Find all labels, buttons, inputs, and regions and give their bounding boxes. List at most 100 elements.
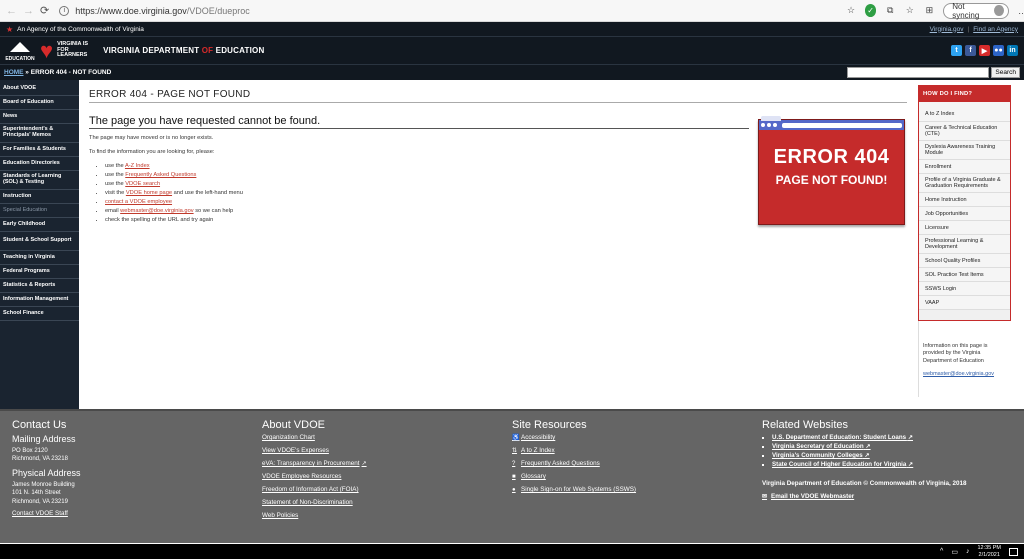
related-link[interactable]: State Council of Higher Education for Vi…	[772, 461, 1012, 468]
footer-link[interactable]: ♿ Accessibility	[512, 434, 762, 441]
collections-icon[interactable]: ⊞	[924, 4, 936, 17]
hdif-item[interactable]: A to Z Index	[919, 108, 1010, 122]
footer-link[interactable]: Freedom of Information Act (FOIA)	[262, 486, 512, 493]
related-link[interactable]: Virginia Secretary of Education ↗	[772, 443, 1012, 450]
search-input[interactable]	[847, 67, 990, 78]
vdoe-search-link[interactable]: VDOE search	[125, 181, 160, 187]
physical-address: James Monroe Building 101 N. 14th Street R…	[12, 481, 75, 505]
extension-check-icon[interactable]: ✓	[864, 4, 877, 17]
breadcrumb-home-link[interactable]: HOME	[4, 69, 24, 76]
external-link-icon: ↗	[361, 461, 367, 467]
footer-link[interactable]: ■ Glossary	[512, 473, 762, 480]
virginia-gov-link[interactable]: Virginia.gov	[930, 26, 964, 33]
extension-icon[interactable]: ⧉	[884, 4, 896, 17]
forward-icon[interactable]: →	[23, 4, 34, 18]
footer-link[interactable]: eVA: Transparency in Procurement ↗	[262, 460, 512, 467]
accessibility-icon: ♿	[512, 435, 520, 441]
related-link[interactable]: Virginia's Community Colleges ↗	[772, 452, 1012, 459]
sidebar-item-statistics[interactable]: Statistics & Reports	[0, 279, 79, 293]
hdif-item[interactable]: VAAP	[919, 296, 1010, 311]
page-info-note: Information on this page is provided by …	[918, 321, 1011, 397]
hdif-item[interactable]: Enrollment	[919, 160, 1010, 175]
agency-bar: ★ An Agency of the Commonwealth of Virgi…	[0, 22, 1024, 36]
sidebar-item-teaching[interactable]: Teaching in Virginia	[0, 251, 79, 265]
more-menu-icon[interactable]: …	[1017, 4, 1024, 17]
book-icon: ■	[512, 473, 516, 480]
hdif-item[interactable]: Home Instruction	[919, 193, 1010, 208]
footer-link[interactable]: ⇅ A to Z Index	[512, 447, 762, 454]
hdif-item[interactable]: Career & Technical Education (CTE)	[919, 122, 1010, 142]
hdif-item[interactable]: Licensure	[919, 221, 1010, 236]
how-do-i-find-panel: HOW DO I FIND? A to Z Index Career & Tec…	[918, 85, 1011, 322]
hdif-item[interactable]: School Quality Profiles	[919, 254, 1010, 269]
footer-link[interactable]: View VDOE's Expenses	[262, 447, 512, 454]
footer-link[interactable]: Web Policies	[262, 512, 512, 519]
youtube-icon[interactable]: ▶	[979, 45, 990, 56]
breadcrumb: HOME » ERROR 404 - NOT FOUND Search	[0, 64, 1024, 80]
error-image-text: PAGE NOT FOUND!	[775, 173, 888, 187]
sidebar-item-finance[interactable]: School Finance	[0, 307, 79, 321]
footer-resources: Site Resources ♿ Accessibility ⇅ A to Z In…	[512, 419, 762, 535]
sidebar-item-about[interactable]: About VDOE	[0, 82, 79, 96]
find-agency-link[interactable]: Find an Agency	[973, 26, 1018, 33]
department-title: VIRGINIA DEPARTMENT OF EDUCATION	[103, 46, 265, 55]
sidebar-item-federal[interactable]: Federal Programs	[0, 265, 79, 279]
volume-icon[interactable]: ♪	[966, 548, 970, 555]
hdif-item[interactable]: Profile of a Virginia Graduate & Graduat…	[919, 174, 1010, 194]
how-do-i-find-title: HOW DO I FIND?	[919, 86, 1010, 102]
webmaster-email-link[interactable]: webmaster@doe.virginia.gov	[923, 371, 1007, 378]
favorite-star-icon[interactable]: ☆	[845, 4, 857, 17]
hdif-item[interactable]: Dyslexia Awareness Training Module	[919, 141, 1010, 161]
facebook-icon[interactable]: f	[965, 45, 976, 56]
sidebar-item-news[interactable]: News	[0, 110, 79, 124]
question-icon: ?	[512, 460, 516, 467]
envelope-icon: ✉	[762, 494, 768, 500]
hdif-item[interactable]: SSWS Login	[919, 282, 1010, 297]
hdif-item[interactable]: Professional Learning & Development	[919, 235, 1010, 255]
sidebar-item-early-childhood[interactable]: Early Childhood	[0, 218, 79, 232]
linkedin-icon[interactable]: in	[1007, 45, 1018, 56]
twitter-icon[interactable]: t	[951, 45, 962, 56]
flickr-icon[interactable]: ●●	[993, 45, 1004, 56]
system-clock[interactable]: 12:35 PM 2/1/2021	[977, 545, 1001, 558]
error-heading: The page you have requested cannot be fo…	[89, 115, 749, 129]
footer-link[interactable]: ● Single Sign-on for Web Systems (SSWS)	[512, 486, 762, 493]
footer-link[interactable]: Organization Chart	[262, 434, 512, 441]
address-bar[interactable]: i https://www.doe.virginia.gov/VDOE/duep…	[59, 5, 839, 16]
webmaster-email-link[interactable]: webmaster@doe.virginia.gov	[120, 208, 193, 214]
footer-link[interactable]: Statement of Non-Discrimination	[262, 499, 512, 506]
footer-link[interactable]: VDOE Employee Resources	[262, 473, 512, 480]
back-icon[interactable]: ←	[6, 4, 17, 18]
url-text[interactable]: https://www.doe.virginia.gov/VDOE/duepro…	[75, 6, 250, 16]
info-icon[interactable]: i	[59, 5, 70, 16]
refresh-icon[interactable]: ⟳	[40, 4, 49, 18]
sidebar-item-families[interactable]: For Families & Students	[0, 143, 79, 157]
sync-button[interactable]: Not syncing	[943, 2, 1009, 20]
sidebar-item-student-support[interactable]: Student & School Support	[0, 232, 79, 251]
sidebar-item-directories[interactable]: Education Directories	[0, 157, 79, 171]
favorites-icon[interactable]: ☆	[904, 4, 916, 17]
sidebar-item-special-education[interactable]: Special Education	[0, 204, 79, 218]
network-icon[interactable]: ▭	[951, 548, 958, 556]
hdif-item[interactable]: SOL Practice Test Items	[919, 268, 1010, 283]
contact-employee-link[interactable]: contact a VDOE employee	[105, 199, 172, 205]
faq-link[interactable]: Frequently Asked Questions	[125, 172, 196, 178]
sidebar-item-sol-testing[interactable]: Standards of Learning (SOL) & Testing	[0, 171, 79, 190]
contact-staff-link[interactable]: Contact VDOE Staff	[12, 510, 262, 517]
left-nav: About VDOE Board of Education News Super…	[0, 80, 79, 409]
sidebar-item-board[interactable]: Board of Education	[0, 96, 79, 110]
az-index-link[interactable]: A-Z Index	[125, 163, 150, 169]
footer-link[interactable]: ? Frequently Asked Questions	[512, 460, 762, 467]
email-webmaster-link[interactable]: ✉ Email the VDOE Webmaster	[762, 493, 1012, 500]
sidebar-item-info-mgmt[interactable]: Information Management	[0, 293, 79, 307]
sidebar-item-memos[interactable]: Superintendent's & Principals' Memos	[0, 124, 79, 143]
hdif-item[interactable]: Job Opportunities	[919, 207, 1010, 222]
search-button[interactable]: Search	[991, 67, 1020, 78]
heart-icon: ♥	[40, 37, 54, 63]
site-logo[interactable]: EDUCATION ♥ VIRGINIA IS FOR LEARNERS	[4, 37, 93, 63]
related-link[interactable]: U.S. Department of Education: Student Lo…	[772, 434, 1012, 441]
tray-chevron-icon[interactable]: ^	[940, 548, 943, 555]
notification-icon[interactable]	[1009, 547, 1018, 556]
sidebar-item-instruction[interactable]: Instruction	[0, 190, 79, 204]
home-page-link[interactable]: VDOE home page	[126, 190, 172, 196]
